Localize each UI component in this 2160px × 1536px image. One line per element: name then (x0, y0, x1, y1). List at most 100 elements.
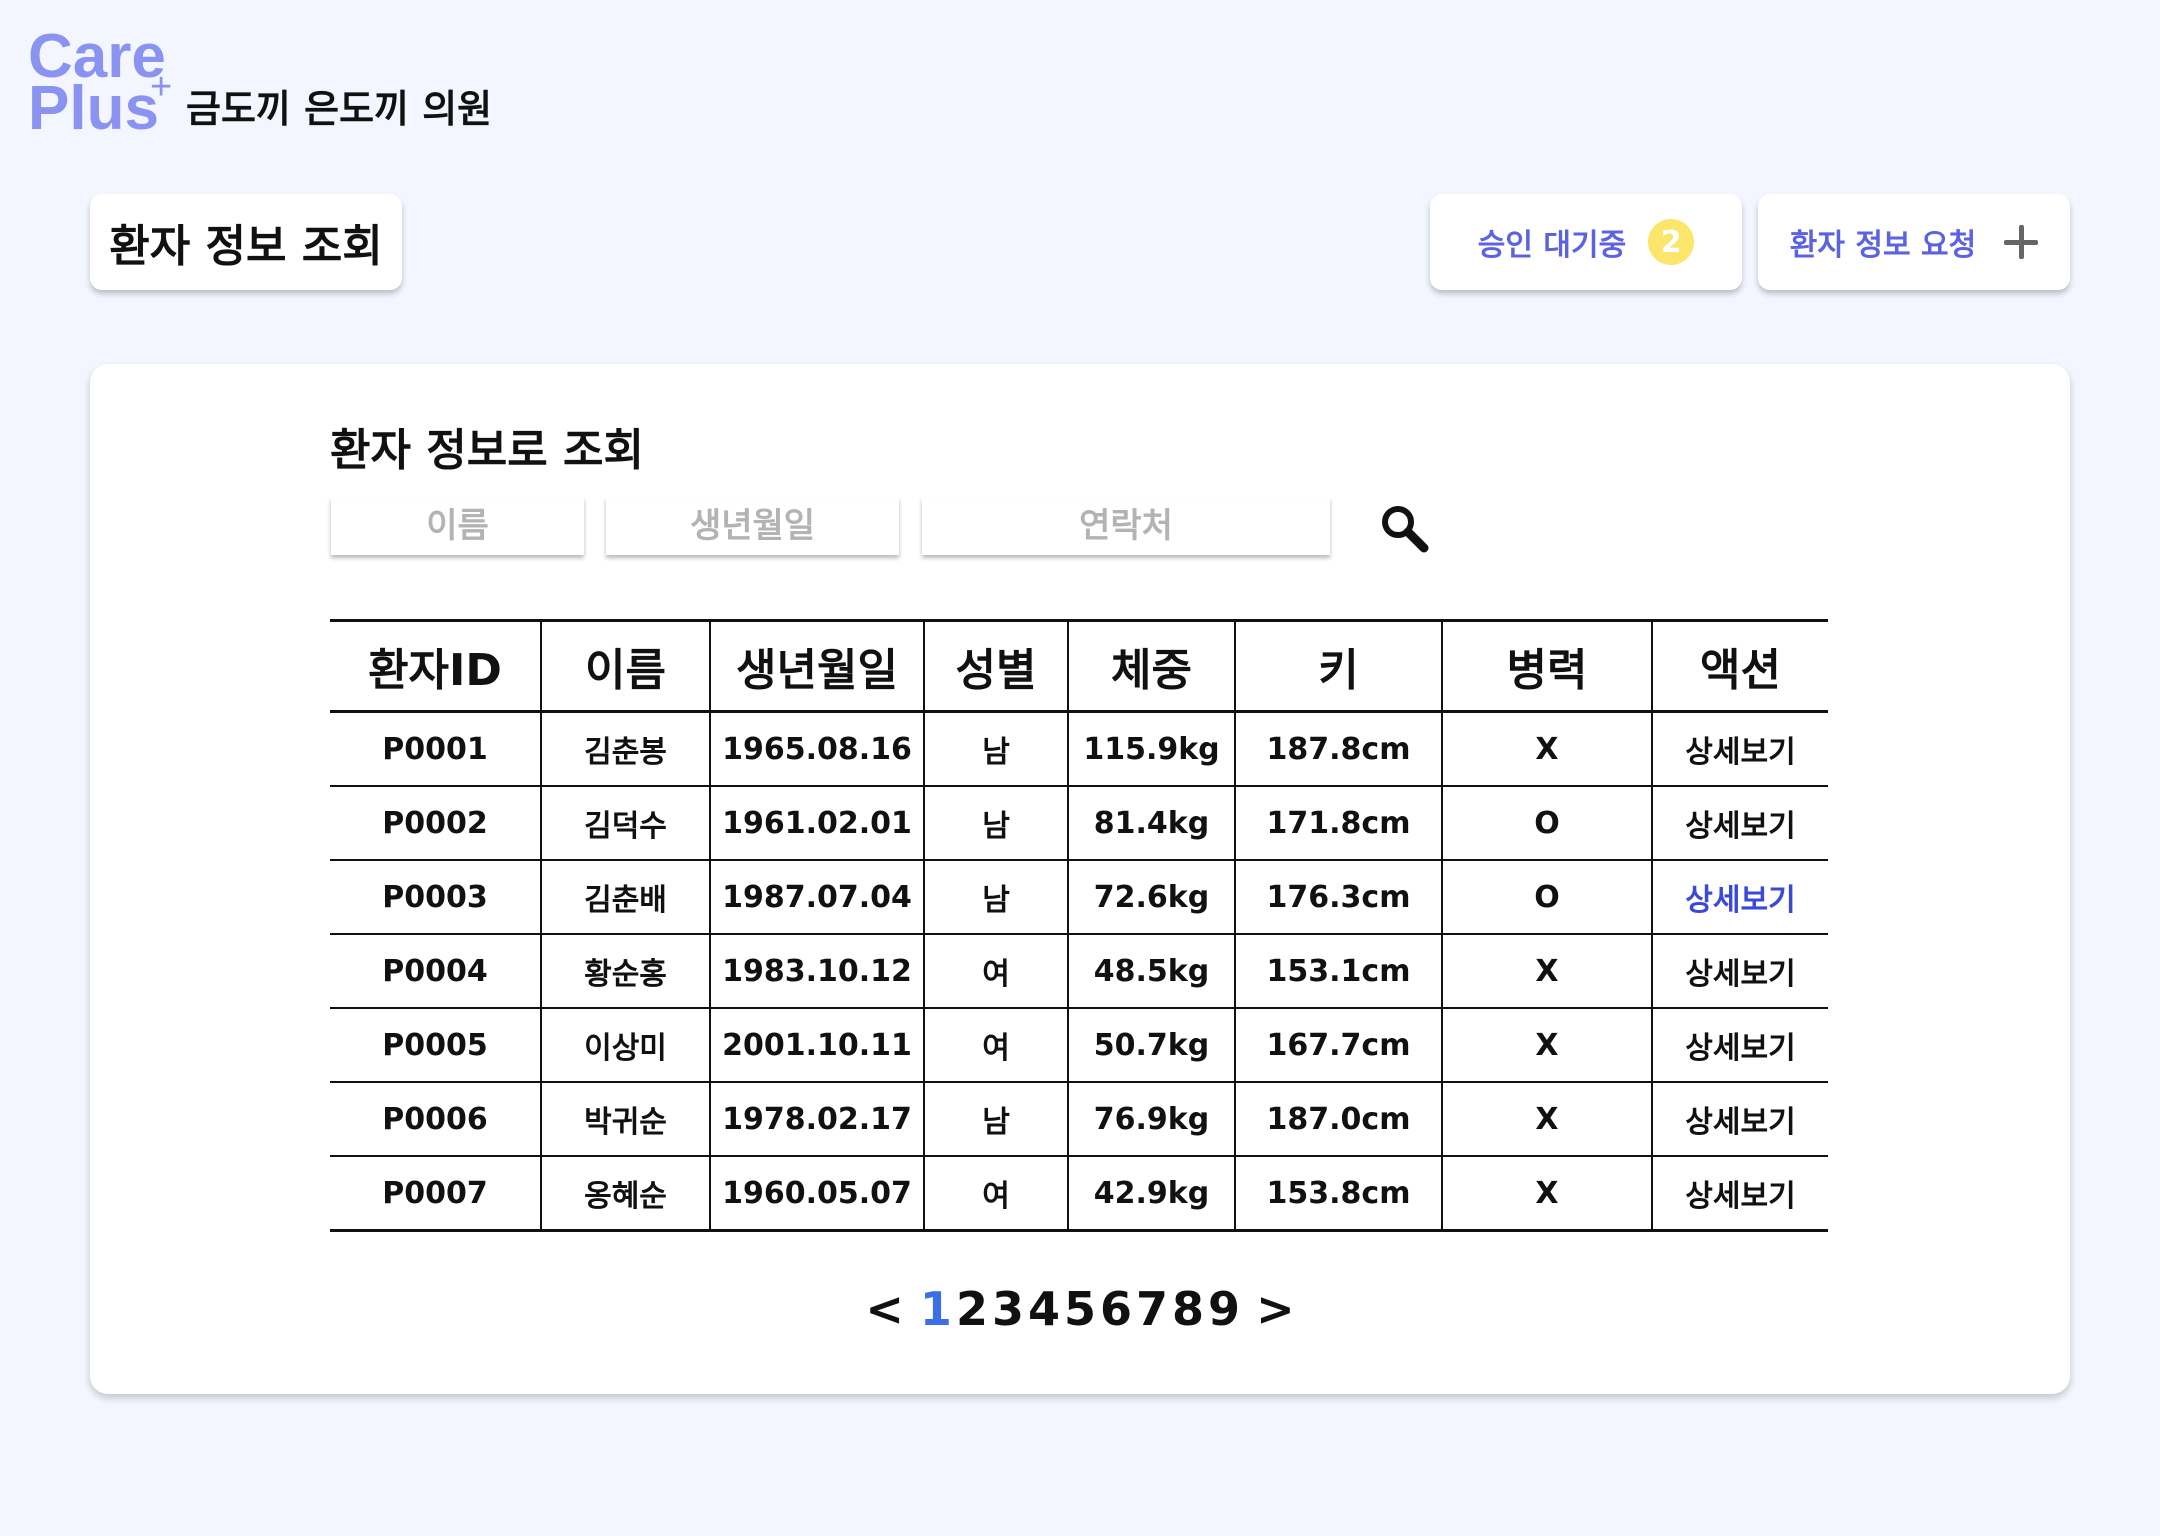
cell-height: 187.0cm (1234, 1082, 1443, 1157)
cell-gender: 여 (923, 1156, 1069, 1232)
request-patient-info-label: 환자 정보 요청 (1789, 228, 1977, 263)
pending-approval-button[interactable]: 승인 대기중 2 (1430, 194, 1742, 290)
pending-count-badge: 2 (1648, 219, 1695, 265)
clinic-name: 금도끼 은도끼 의원 (186, 87, 493, 131)
cell-birthdate: 1965.08.16 (709, 711, 925, 787)
cell-weight: 81.4kg (1067, 786, 1236, 861)
cell-height: 171.8cm (1234, 786, 1443, 861)
cell-weight: 48.5kg (1067, 934, 1236, 1009)
page-3-button[interactable]: 3 (992, 1282, 1024, 1336)
pagination: < 1 2 3 4 5 6 7 8 9 > (90, 1282, 2070, 1336)
table-row: P0006 박귀순 1978.02.17 남 76.9kg 187.0cm X … (330, 1082, 1828, 1157)
cell-patient-id: P0005 (330, 1008, 542, 1083)
plus-icon (2004, 225, 2039, 259)
prev-page-button[interactable]: < (865, 1282, 904, 1336)
table-row: P0004 황순홍 1983.10.12 여 48.5kg 153.1cm X … (330, 934, 1828, 1009)
page-4-button[interactable]: 4 (1028, 1282, 1060, 1336)
header-name: 이름 (540, 620, 711, 712)
table-row: P0002 김덕수 1961.02.01 남 81.4kg 171.8cm O … (330, 786, 1828, 861)
cell-height: 167.7cm (1234, 1008, 1443, 1083)
cell-height: 153.1cm (1234, 934, 1443, 1009)
view-details-link[interactable]: 상세보기 (1651, 1156, 1828, 1232)
cell-medical-history: X (1441, 1082, 1653, 1157)
cell-gender: 남 (923, 860, 1069, 935)
cell-height: 176.3cm (1234, 860, 1443, 935)
cell-name: 박귀순 (540, 1082, 711, 1157)
cell-weight: 42.9kg (1067, 1156, 1236, 1232)
cell-medical-history: X (1441, 934, 1653, 1009)
birthdate-search-input[interactable] (606, 497, 899, 555)
pending-approval-label: 승인 대기중 (1477, 228, 1627, 263)
cell-medical-history: X (1441, 1156, 1653, 1232)
page-5-button[interactable]: 5 (1064, 1282, 1096, 1336)
cell-gender: 여 (923, 934, 1069, 1009)
cell-birthdate: 1961.02.01 (709, 786, 925, 861)
cell-gender: 여 (923, 1008, 1069, 1083)
table-header-row: 환자ID 이름 생년월일 성별 체중 키 병력 액션 (330, 620, 1828, 712)
cell-weight: 72.6kg (1067, 860, 1236, 935)
cell-birthdate: 2001.10.11 (709, 1008, 925, 1083)
view-details-link[interactable]: 상세보기 (1651, 786, 1828, 861)
cell-weight: 115.9kg (1067, 711, 1236, 787)
cell-weight: 76.9kg (1067, 1082, 1236, 1157)
cell-name: 황순홍 (540, 934, 711, 1009)
cell-name: 이상미 (540, 1008, 711, 1083)
cell-patient-id: P0007 (330, 1156, 542, 1232)
cell-height: 187.8cm (1234, 711, 1443, 787)
cell-patient-id: P0006 (330, 1082, 542, 1157)
view-details-link[interactable]: 상세보기 (1651, 711, 1828, 787)
logo-plus-mark: + (150, 66, 173, 108)
cell-name: 김덕수 (540, 786, 711, 861)
patient-search-panel: 환자 정보로 조회 환자ID 이름 생년월일 성별 체중 키 병력 액션 (90, 364, 2070, 1394)
view-details-link[interactable]: 상세보기 (1651, 1082, 1828, 1157)
cell-patient-id: P0004 (330, 934, 542, 1009)
cell-birthdate: 1987.07.04 (709, 860, 925, 935)
cell-patient-id: P0003 (330, 860, 542, 935)
cell-medical-history: X (1441, 1008, 1653, 1083)
cell-gender: 남 (923, 786, 1069, 861)
page-1-button[interactable]: 1 (920, 1282, 952, 1336)
page-6-button[interactable]: 6 (1100, 1282, 1132, 1336)
table-row: P0005 이상미 2001.10.11 여 50.7kg 167.7cm X … (330, 1008, 1828, 1083)
page-8-button[interactable]: 8 (1172, 1282, 1204, 1336)
header-height: 키 (1234, 620, 1443, 712)
page-7-button[interactable]: 7 (1136, 1282, 1168, 1336)
request-patient-info-button[interactable]: 환자 정보 요청 (1758, 194, 2070, 290)
cell-patient-id: P0001 (330, 711, 542, 787)
header-gender: 성별 (923, 620, 1069, 712)
view-details-link[interactable]: 상세보기 (1651, 934, 1828, 1009)
patient-table: 환자ID 이름 생년월일 성별 체중 키 병력 액션 P0001 김춘봉 196… (330, 619, 1828, 1232)
cell-gender: 남 (923, 1082, 1069, 1157)
next-page-button[interactable]: > (1256, 1282, 1295, 1336)
phone-search-input[interactable] (922, 497, 1330, 555)
search-section-title: 환자 정보로 조회 (330, 425, 644, 476)
page-9-button[interactable]: 9 (1208, 1282, 1240, 1336)
name-search-input[interactable] (331, 497, 584, 555)
table-row: P0001 김춘봉 1965.08.16 남 115.9kg 187.8cm X… (330, 711, 1828, 787)
header-patient-id: 환자ID (330, 620, 542, 712)
view-details-link[interactable]: 상세보기 (1651, 860, 1828, 935)
cell-name: 김춘봉 (540, 711, 711, 787)
page-2-button[interactable]: 2 (956, 1282, 988, 1336)
table-row: P0003 김춘배 1987.07.04 남 72.6kg 176.3cm O … (330, 860, 1828, 935)
header-birthdate: 생년월일 (709, 620, 925, 712)
care-plus-logo: Care Plus + (28, 24, 178, 143)
cell-medical-history: O (1441, 860, 1653, 935)
cell-birthdate: 1978.02.17 (709, 1082, 925, 1157)
cell-weight: 50.7kg (1067, 1008, 1236, 1083)
page-title-card: 환자 정보 조회 (90, 194, 402, 290)
cell-height: 153.8cm (1234, 1156, 1443, 1232)
header-weight: 체중 (1067, 620, 1236, 712)
cell-birthdate: 1983.10.12 (709, 934, 925, 1009)
logo-text-plus: Plus (28, 74, 159, 143)
header-medical-history: 병력 (1441, 620, 1653, 712)
header-action: 액션 (1651, 620, 1828, 712)
search-icon[interactable] (1378, 502, 1430, 554)
view-details-link[interactable]: 상세보기 (1651, 1008, 1828, 1083)
cell-gender: 남 (923, 711, 1069, 787)
table-row: P0007 옹혜순 1960.05.07 여 42.9kg 153.8cm X … (330, 1156, 1828, 1232)
cell-medical-history: O (1441, 786, 1653, 861)
cell-medical-history: X (1441, 711, 1653, 787)
cell-name: 김춘배 (540, 860, 711, 935)
cell-patient-id: P0002 (330, 786, 542, 861)
